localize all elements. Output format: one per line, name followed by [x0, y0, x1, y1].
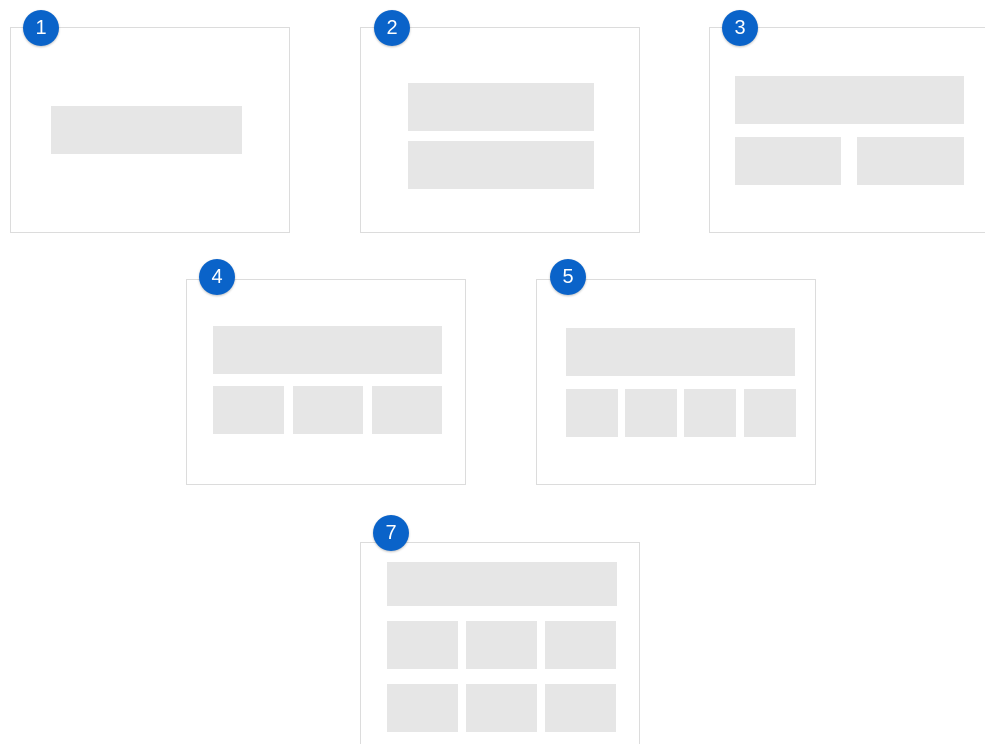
placeholder-block — [566, 389, 618, 437]
placeholder-block — [387, 621, 458, 669]
placeholder-block — [684, 389, 736, 437]
layout-number-badge-5: 5 — [550, 259, 586, 295]
placeholder-block — [51, 106, 242, 154]
layout-number-badge-2: 2 — [374, 10, 410, 46]
placeholder-block — [293, 386, 363, 434]
layout-number-badge-4: 4 — [199, 259, 235, 295]
layout-card-4 — [186, 279, 466, 485]
layout-card-7 — [360, 542, 640, 744]
layout-card-2 — [360, 27, 640, 233]
placeholder-block — [213, 326, 442, 374]
placeholder-block — [857, 137, 964, 185]
placeholder-block — [387, 562, 617, 606]
placeholder-block — [408, 83, 594, 131]
layout-number-badge-7: 7 — [373, 515, 409, 551]
layout-card-5 — [536, 279, 816, 485]
placeholder-block — [466, 621, 537, 669]
layout-number-badge-1: 1 — [23, 10, 59, 46]
placeholder-block — [387, 684, 458, 732]
placeholder-block — [735, 137, 841, 185]
layout-diagram: 1 2 3 4 5 7 — [0, 0, 985, 744]
layout-number-badge-3: 3 — [722, 10, 758, 46]
placeholder-block — [545, 621, 616, 669]
placeholder-block — [213, 386, 284, 434]
placeholder-block — [545, 684, 616, 732]
placeholder-block — [566, 328, 795, 376]
placeholder-block — [408, 141, 594, 189]
placeholder-block — [735, 76, 964, 124]
placeholder-block — [372, 386, 442, 434]
layout-card-3 — [709, 27, 985, 233]
placeholder-block — [466, 684, 537, 732]
placeholder-block — [744, 389, 796, 437]
layout-card-1 — [10, 27, 290, 233]
placeholder-block — [625, 389, 677, 437]
